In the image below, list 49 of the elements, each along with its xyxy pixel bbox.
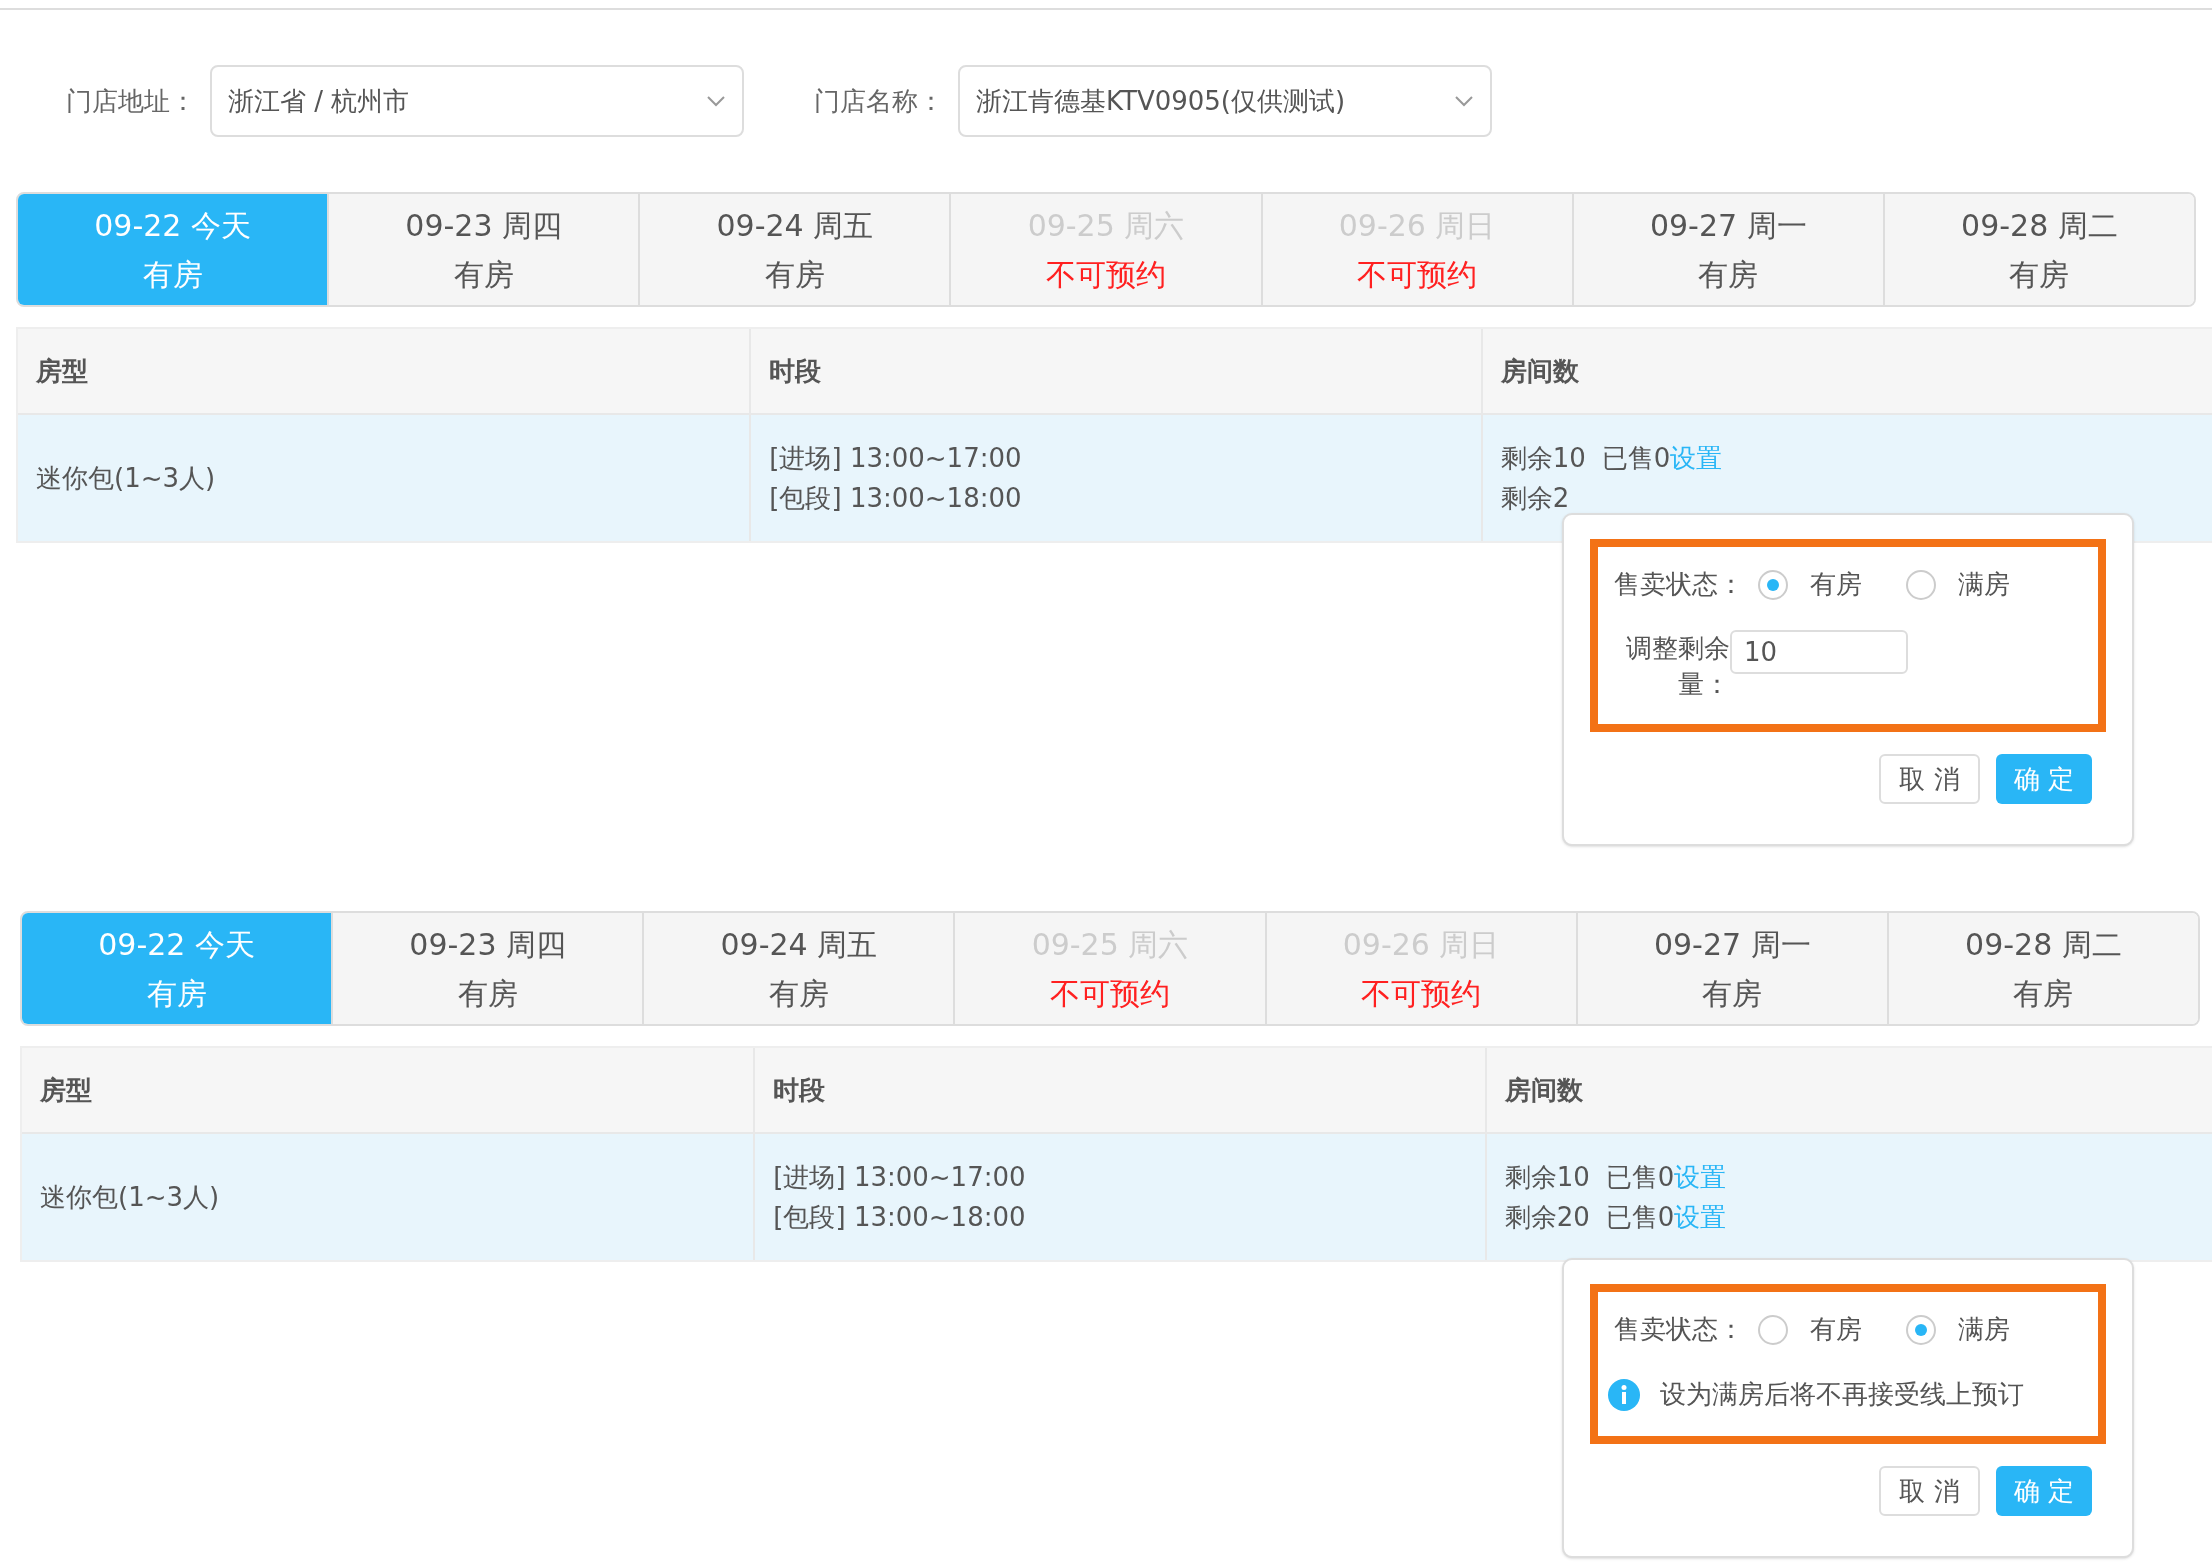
date-tab[interactable]: 09-24 周五 有房 xyxy=(642,913,954,1024)
time-period: [包段] 13:00~18:00 xyxy=(769,482,1023,515)
field-label: 调整剩余量： xyxy=(1625,632,1730,701)
radio-label: 有房 xyxy=(1810,568,1862,601)
time-period: [包段] 13:00~18:00 xyxy=(773,1201,1027,1234)
cancel-button[interactable]: 取 消 xyxy=(1879,754,1980,804)
filter-label: 门店名称： xyxy=(814,84,944,118)
column-header: 时段 xyxy=(769,354,822,388)
radio-label: 满房 xyxy=(1958,1313,2010,1346)
remaining-count: 剩余20 xyxy=(1504,1201,1590,1234)
remaining-count: 剩余2 xyxy=(1500,482,1570,515)
remaining-count: 剩余10 xyxy=(1500,442,1586,475)
date-tab[interactable]: 09-28 周二 有房 xyxy=(1882,194,2194,305)
notice-text: 设为满房后将不再接受线上预订 xyxy=(1660,1378,2024,1411)
input-field[interactable]: 10 xyxy=(1730,630,1908,674)
time-period: [进场] 13:00~17:00 xyxy=(769,442,1023,475)
dropdown-select[interactable]: 浙江肯德基KTV0905(仅供测试) xyxy=(958,65,1492,137)
date-tab[interactable]: 09-23 周四 有房 xyxy=(331,913,643,1024)
field-label: 售卖状态： xyxy=(1614,1313,1744,1346)
radio-label: 满房 xyxy=(1958,568,2010,601)
date-tab[interactable]: 09-24 周五 有房 xyxy=(638,194,950,305)
field-label: 售卖状态： xyxy=(1614,568,1744,601)
table-cell-text: 迷你包(1~3人) xyxy=(36,461,216,495)
date-tab[interactable]: 09-27 周一 有房 xyxy=(1575,913,1887,1024)
radio-button[interactable] xyxy=(1758,1314,1788,1345)
info-icon xyxy=(1608,1378,1640,1411)
radio-button[interactable] xyxy=(1758,569,1788,600)
dropdown-select[interactable]: 浙江省 / 杭州市 xyxy=(210,65,744,137)
radio-label: 有房 xyxy=(1810,1313,1862,1346)
column-header: 房型 xyxy=(36,354,88,388)
column-header: 房间数 xyxy=(1504,1073,1583,1107)
remaining-count: 剩余10 xyxy=(1504,1161,1590,1194)
table-cell-text: 迷你包(1~3人) xyxy=(40,1180,220,1214)
chevron-down-icon xyxy=(1454,95,1474,107)
cancel-button[interactable]: 取 消 xyxy=(1879,1466,1980,1516)
filter-label: 门店地址： xyxy=(66,84,196,118)
date-tab[interactable]: 09-28 周二 有房 xyxy=(1886,913,2198,1024)
time-period: [进场] 13:00~17:00 xyxy=(773,1161,1027,1194)
sold-count: 已售0 xyxy=(1605,1201,1675,1234)
radio-button[interactable] xyxy=(1906,569,1936,600)
date-tab[interactable]: 09-27 周一 有房 xyxy=(1571,194,1883,305)
date-tab[interactable]: 09-23 周四 有房 xyxy=(327,194,639,305)
chevron-down-icon xyxy=(706,95,726,107)
sold-count: 已售0 xyxy=(1601,442,1671,475)
radio-button[interactable] xyxy=(1906,1314,1936,1345)
sold-count: 已售0 xyxy=(1605,1161,1675,1194)
column-header: 时段 xyxy=(773,1073,826,1107)
column-header: 房间数 xyxy=(1500,354,1579,388)
column-header: 房型 xyxy=(40,1073,92,1107)
